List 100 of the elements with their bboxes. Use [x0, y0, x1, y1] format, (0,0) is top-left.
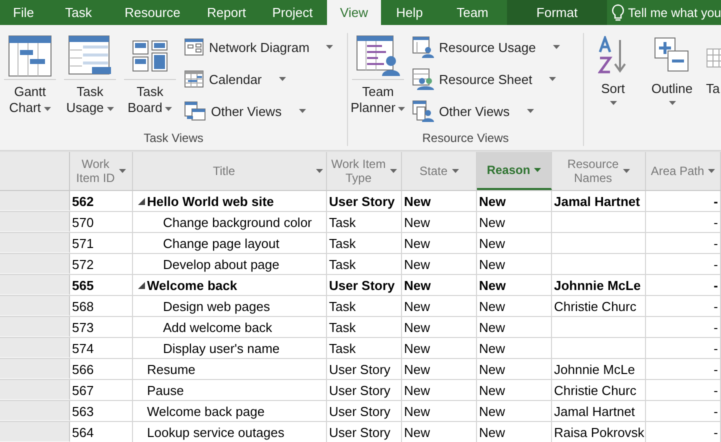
ribbon-button[interactable]: Outline — [638, 33, 706, 109]
table-cell: - — [646, 422, 721, 442]
caret-icon[interactable] — [398, 106, 406, 111]
caret-icon[interactable] — [610, 101, 616, 105]
lightbulb-icon — [611, 4, 625, 22]
ribbon-button[interactable]: Network Diagram — [184, 35, 334, 59]
table-cell: User Story — [327, 191, 402, 211]
table-cell: New — [402, 338, 477, 358]
filter-caret-icon — [316, 169, 323, 173]
table-cell: Lookup service outages — [147, 424, 284, 440]
table-cell: New — [402, 422, 477, 442]
ribbon-button[interactable]: Other Views — [184, 99, 334, 123]
resource-people-icon — [412, 68, 434, 90]
table-cell: Pause — [147, 382, 184, 398]
caret-icon[interactable] — [549, 77, 556, 81]
table-cell: Task — [327, 233, 402, 253]
ribbon-tab[interactable]: Task — [47, 0, 110, 25]
caret-icon[interactable] — [552, 45, 560, 49]
table-cell: Jamal Hartnet — [552, 401, 646, 421]
table-cell: New — [477, 401, 552, 421]
caret-icon[interactable] — [668, 101, 676, 105]
caret-icon[interactable] — [526, 109, 534, 113]
gantt-chart-icon — [8, 35, 52, 77]
table-cell: Johnnie McLe — [552, 275, 646, 295]
table-cell: Change background color — [163, 214, 312, 230]
table-cell: 568 — [70, 296, 133, 316]
table-cell: New — [477, 191, 552, 211]
ribbon-button[interactable]: Task Board — [120, 33, 180, 116]
table-cell: Task — [327, 254, 402, 274]
ribbon-tab[interactable]: Team — [438, 0, 507, 25]
caret-icon[interactable] — [106, 106, 114, 111]
ribbon-tab[interactable]: Resource — [110, 0, 195, 25]
table-cell: Christie Churc — [552, 380, 646, 400]
table-cell: - — [646, 254, 721, 274]
table-cell: Task — [327, 212, 402, 232]
ribbon-tab[interactable]: Format — [507, 0, 607, 25]
table-cell: Task — [327, 317, 402, 337]
table-cell: 563 — [70, 401, 133, 421]
table-cell: Jamal Hartnet — [552, 191, 646, 211]
table-cell: New — [477, 212, 552, 232]
table-cell: New — [402, 380, 477, 400]
table-cell: Add welcome back — [163, 320, 272, 334]
views-icon — [184, 101, 206, 121]
ribbon-button[interactable]: Resource Usage — [412, 35, 560, 59]
group-label: Task Views — [142, 131, 204, 146]
table-cell: New — [402, 296, 477, 316]
table-cell: New — [477, 338, 552, 358]
filter-caret-icon — [452, 169, 459, 173]
table-cell: Christie Churc — [552, 296, 646, 316]
ribbon-tab[interactable]: Report — [195, 0, 258, 25]
filter-caret-icon — [118, 169, 126, 173]
table-cell: New — [402, 275, 477, 295]
filter-caret-icon — [708, 169, 716, 173]
ribbon-button[interactable]: Team Planner — [348, 33, 408, 116]
column-header[interactable]: Work Item ID — [70, 152, 133, 190]
table-cell: - — [646, 380, 721, 400]
caret-icon[interactable] — [326, 45, 334, 49]
table-cell: 573 — [70, 317, 133, 337]
table-cell: New — [477, 317, 552, 337]
table-cell: - — [646, 233, 721, 253]
network-diagram-icon — [184, 38, 204, 56]
caret-icon[interactable] — [165, 106, 172, 111]
ribbon-button[interactable]: Task Usage — [60, 33, 120, 116]
ribbon-button[interactable]: Sort — [588, 33, 638, 109]
caret-icon[interactable] — [298, 109, 306, 113]
table-cell: - — [646, 191, 721, 211]
ribbon-button[interactable]: Gantt Chart — [0, 33, 60, 116]
ribbon-tab[interactable]: Project — [258, 0, 327, 25]
table-cell: - — [646, 317, 721, 337]
column-header[interactable]: Reason — [477, 152, 552, 190]
ribbon-tab[interactable]: View — [327, 0, 381, 25]
collapse-triangle-icon[interactable] — [138, 282, 145, 289]
table-cell: - — [646, 338, 721, 358]
filter-caret-icon — [534, 168, 542, 172]
table-cell: - — [646, 359, 721, 379]
column-header[interactable]: Resource Names — [552, 152, 646, 190]
table-cell: Task — [327, 338, 402, 358]
table-cell: User Story — [327, 380, 402, 400]
table-cell: New — [477, 233, 552, 253]
column-header[interactable]: Work Item Type — [327, 152, 402, 190]
ribbon-button[interactable]: Resource Sheet — [412, 67, 560, 91]
board-icon — [132, 40, 168, 72]
table-cell: New — [477, 422, 552, 442]
table-cell: New — [402, 212, 477, 232]
caret-icon[interactable] — [278, 77, 286, 81]
ribbon-button[interactable]: Ta — [706, 33, 721, 97]
table-cell: Task — [327, 296, 402, 316]
ribbon-button[interactable]: Calendar — [184, 67, 334, 91]
collapse-triangle-icon[interactable] — [138, 198, 145, 205]
ribbon-tab[interactable]: Help — [381, 0, 438, 25]
column-header[interactable]: Title — [133, 152, 327, 190]
calendar-icon — [184, 70, 204, 88]
table-cell: 574 — [70, 338, 133, 358]
ribbon-button[interactable]: Other Views — [412, 99, 560, 123]
ribbon-tab[interactable]: File — [0, 0, 47, 25]
tell-me-field[interactable]: Tell me what you — [607, 0, 721, 25]
table-cell: New — [477, 254, 552, 274]
table-cell: 562 — [70, 191, 133, 211]
column-header[interactable]: Area Path — [646, 152, 721, 190]
caret-icon[interactable] — [44, 106, 51, 111]
